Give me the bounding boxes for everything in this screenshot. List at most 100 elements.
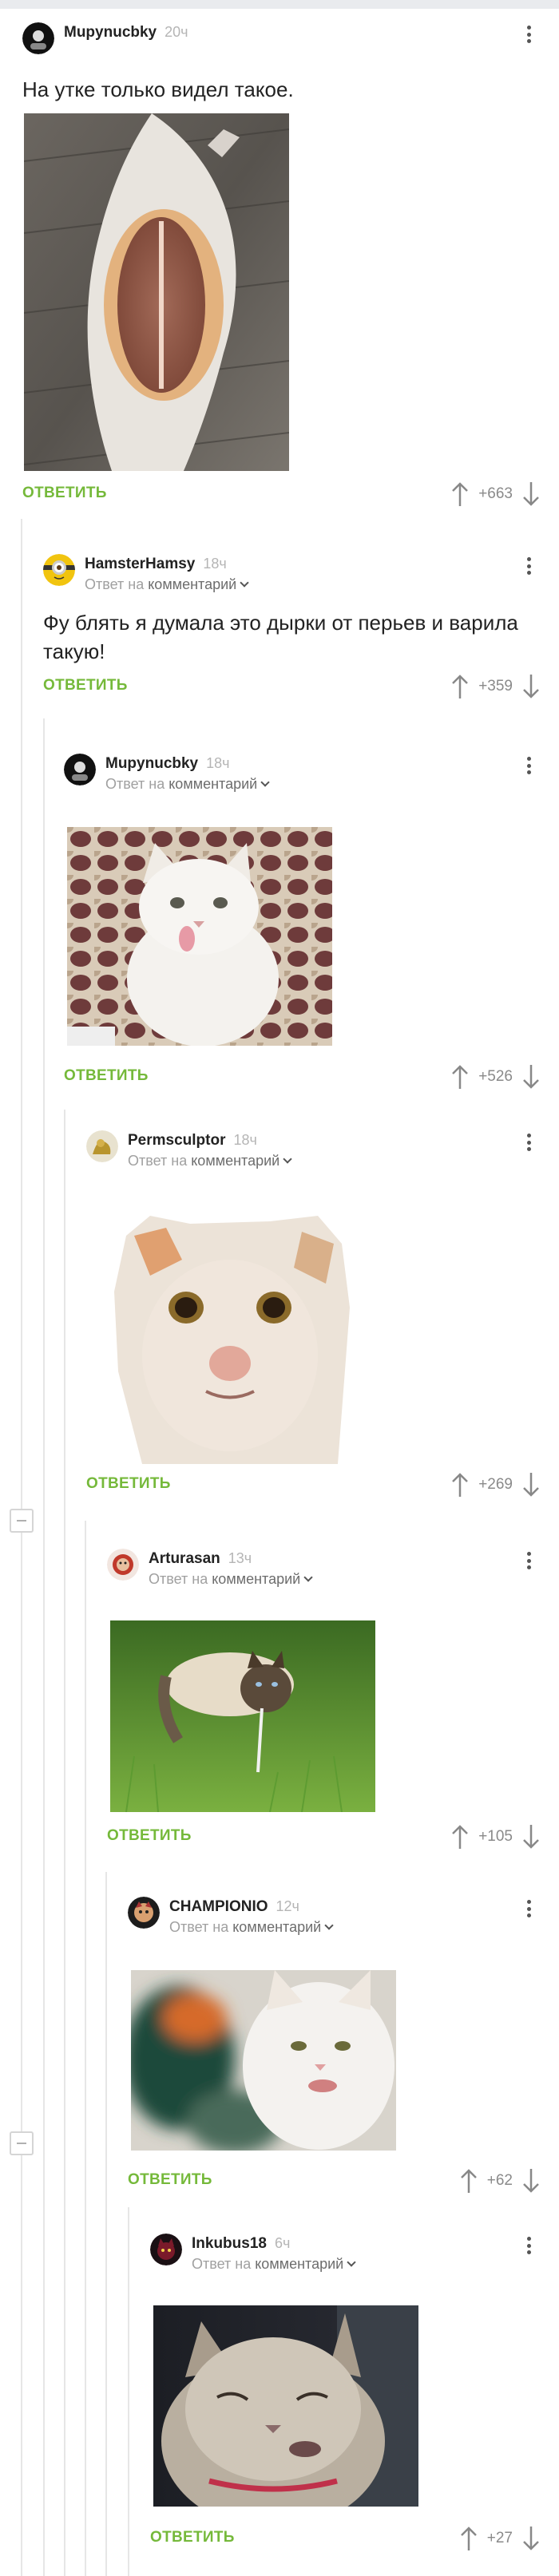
comment-time: 18ч (233, 1132, 257, 1148)
vote-controls: +359 (450, 672, 541, 701)
collapse-minus-icon[interactable] (10, 2131, 34, 2155)
score: +27 (486, 2530, 513, 2546)
arrow-up-icon[interactable] (458, 2525, 479, 2552)
comment-actions: ОТВЕТИТЬ +27 (150, 2523, 541, 2554)
comment-header: HamsterHamsy 18ч Ответ на комментарий (43, 551, 541, 592)
more-vertical-icon[interactable] (521, 752, 537, 779)
vote-controls: +663 (450, 480, 541, 508)
thread-line (21, 519, 22, 2576)
thread-line (64, 1110, 65, 2576)
comment-header: CHAMPIONIO 12ч Ответ на комментарий (128, 1893, 541, 1935)
white-cat-blur-photo[interactable] (131, 1970, 396, 2151)
reply-to[interactable]: Ответ на комментарий (149, 1571, 313, 1588)
arrow-down-icon[interactable] (521, 2167, 541, 2194)
avatar[interactable] (43, 554, 75, 586)
more-vertical-icon[interactable] (521, 1129, 537, 1156)
chevron-down-icon (240, 578, 249, 588)
score: +359 (478, 678, 513, 694)
comment-actions: ОТВЕТИТЬ +663 (22, 478, 541, 510)
author-name[interactable]: Arturasan 13ч (149, 1550, 252, 1568)
score: +663 (478, 485, 513, 502)
comment-time: 18ч (206, 755, 230, 771)
comment-actions: ОТВЕТИТЬ +62 (128, 2165, 541, 2197)
arrow-down-icon[interactable] (521, 1823, 541, 1850)
author-name[interactable]: CHAMPIONIO 12ч (169, 1898, 299, 1916)
arrow-up-icon[interactable] (458, 2167, 479, 2194)
arrow-up-icon[interactable] (450, 673, 470, 700)
score: +105 (478, 1828, 513, 1845)
comment-time: 6ч (274, 2235, 291, 2251)
avatar[interactable] (107, 1549, 139, 1581)
reply-to[interactable]: Ответ на комментарий (85, 576, 249, 593)
vote-controls: +526 (450, 1062, 541, 1091)
score: +269 (478, 1476, 513, 1493)
avatar[interactable] (128, 1897, 160, 1929)
more-vertical-icon[interactable] (521, 2232, 537, 2259)
comment-text: На утке только видел такое. (22, 77, 294, 101)
arrow-down-icon[interactable] (521, 2525, 541, 2552)
arrow-up-icon[interactable] (450, 1471, 470, 1498)
chevron-down-icon (347, 2257, 356, 2267)
comment: Inkubus18 6ч Ответ на комментарий ОТВЕТИТ… (150, 2230, 541, 2566)
arrow-down-icon[interactable] (521, 1471, 541, 1498)
more-vertical-icon[interactable] (521, 1895, 537, 1922)
comment-text: Фу блять я думала это дырки от перьев и … (43, 611, 518, 663)
comment-actions: ОТВЕТИТЬ +269 (86, 1469, 541, 1501)
collapse-minus-icon[interactable] (10, 1509, 34, 1533)
more-vertical-icon[interactable] (521, 21, 537, 48)
comment-time: 20ч (165, 24, 188, 40)
reply-button[interactable]: ОТВЕТИТЬ (64, 1067, 149, 1085)
more-vertical-icon[interactable] (521, 1547, 537, 1574)
reply-to[interactable]: Ответ на комментарий (105, 776, 270, 793)
avatar[interactable] (22, 22, 54, 54)
comment-header: Mupynucbky 20ч (22, 19, 541, 54)
comment-actions: ОТВЕТИТЬ +526 (64, 1061, 541, 1093)
author-name[interactable]: Mupynucbky 20ч (64, 24, 188, 42)
reply-to[interactable]: Ответ на комментарий (192, 2256, 356, 2273)
comment-header: Mupynucbky 18ч Ответ на комментарий (64, 750, 541, 792)
reply-button[interactable]: ОТВЕТИТЬ (43, 677, 128, 694)
author-name[interactable]: Inkubus18 6ч (192, 2235, 290, 2253)
arrow-down-icon[interactable] (521, 481, 541, 508)
cat-human-face-photo[interactable] (110, 1212, 351, 1464)
comment-time: 18ч (203, 556, 227, 572)
siamese-cat-grass-photo[interactable] (110, 1620, 375, 1812)
comments-page: Mupynucbky 20ч На утке только видел такое… (0, 0, 559, 2576)
comment: Arturasan 13ч Ответ на комментарий ОТВЕТИ… (107, 1545, 541, 1865)
avatar[interactable] (86, 1130, 118, 1162)
reply-button[interactable]: ОТВЕТИТЬ (22, 485, 107, 502)
duck-photo[interactable] (24, 113, 289, 471)
reply-button[interactable]: ОТВЕТИТЬ (150, 2529, 235, 2546)
vote-controls: +269 (450, 1470, 541, 1499)
avatar[interactable] (150, 2234, 182, 2265)
comment: Mupynucbky 18ч Ответ на комментарий ОТВЕТ… (64, 750, 541, 1102)
thread-line (43, 718, 45, 2576)
thread-line (128, 2207, 129, 2576)
chevron-down-icon (260, 778, 270, 787)
thread-line (105, 1872, 107, 2576)
avatar[interactable] (64, 754, 96, 785)
comment-actions: ОТВЕТИТЬ +105 (107, 1821, 541, 1853)
score: +62 (486, 2172, 513, 2189)
author-name[interactable]: Permsculptor 18ч (128, 1132, 257, 1150)
author-name[interactable]: Mupynucbky 18ч (105, 755, 230, 773)
top-divider (0, 0, 559, 9)
reply-button[interactable]: ОТВЕТИТЬ (128, 2171, 212, 2189)
reply-to[interactable]: Ответ на комментарий (169, 1919, 334, 1936)
comment-time: 12ч (276, 1898, 299, 1914)
grey-cat-window-photo[interactable] (153, 2305, 418, 2507)
author-name[interactable]: HamsterHamsy 18ч (85, 556, 227, 573)
score: +526 (478, 1068, 513, 1085)
comment: Permsculptor 18ч Ответ на комментарий ОТВ… (86, 1127, 541, 1502)
comment-time: 13ч (228, 1550, 252, 1566)
arrow-down-icon[interactable] (521, 1063, 541, 1090)
arrow-up-icon[interactable] (450, 481, 470, 508)
reply-to[interactable]: Ответ на комментарий (128, 1153, 292, 1169)
arrow-up-icon[interactable] (450, 1823, 470, 1850)
arrow-up-icon[interactable] (450, 1063, 470, 1090)
reply-button[interactable]: ОТВЕТИТЬ (86, 1475, 171, 1493)
white-cat-tongue-photo[interactable] (67, 827, 332, 1046)
reply-button[interactable]: ОТВЕТИТЬ (107, 1827, 192, 1845)
arrow-down-icon[interactable] (521, 673, 541, 700)
more-vertical-icon[interactable] (521, 552, 537, 580)
